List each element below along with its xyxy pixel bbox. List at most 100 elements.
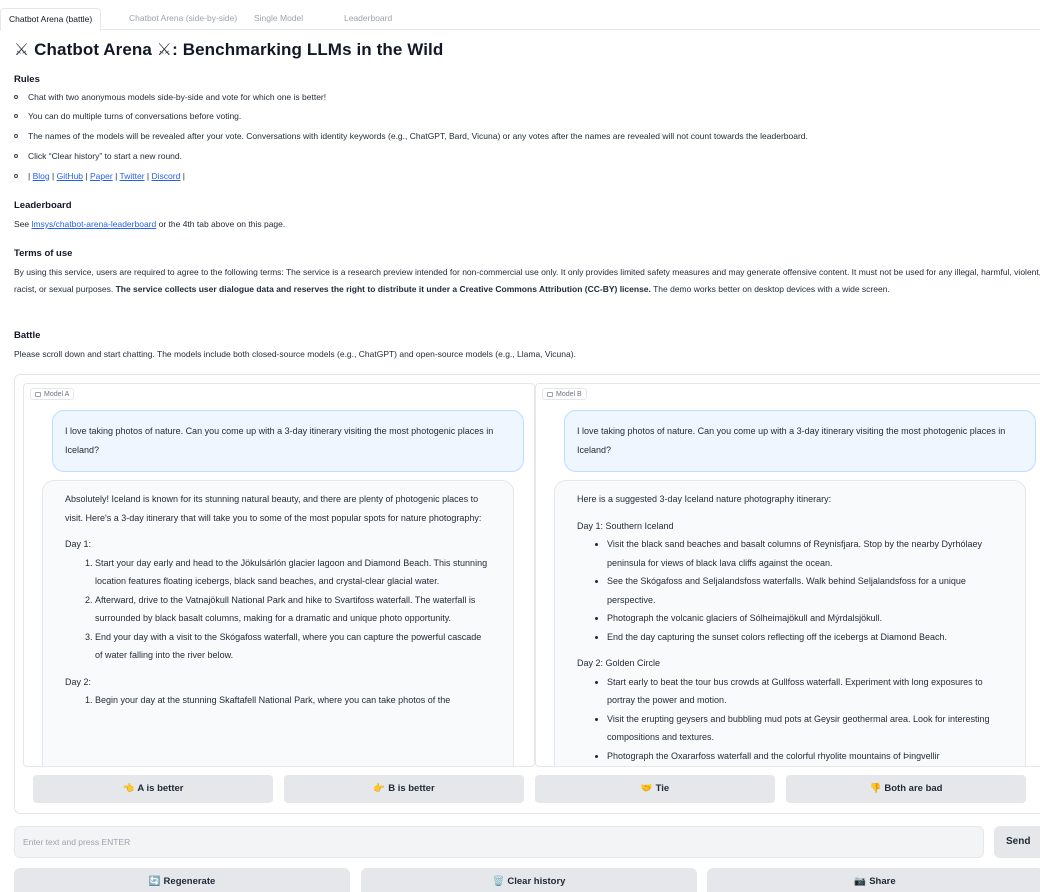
crossed-swords-icon: ⚔ [156, 40, 173, 59]
b-is-better-button[interactable]: 👉 B is better [284, 775, 524, 803]
button-label: Tie [655, 783, 670, 794]
page-title-suffix: : Benchmarking LLMs in the Wild [172, 40, 444, 59]
page-title-text: Chatbot Arena [34, 40, 152, 59]
tab-leaderboard[interactable]: Leaderboard [336, 8, 400, 30]
bot-intro: Absolutely! Iceland is known for its stu… [65, 494, 482, 523]
rule-item: Click “Clear history” to start a new rou… [14, 150, 182, 162]
rule-item: The names of the models will be revealed… [14, 130, 808, 142]
model-b-label-text: Model B [556, 391, 582, 398]
links-separator: | [51, 171, 55, 181]
tie-button[interactable]: 🤝 Tie [535, 775, 775, 803]
thumbs-down-icon: 👎 [869, 783, 882, 794]
bullet-icon [14, 95, 18, 99]
list-item: End your day with a visit to the Skógafo… [95, 628, 491, 665]
clear-history-button[interactable]: 🗑️ Clear history [361, 868, 697, 892]
bot-message: Absolutely! Iceland is known for its stu… [42, 480, 514, 766]
trash-icon: 🗑️ [492, 876, 505, 887]
github-link[interactable]: GitHub [57, 171, 83, 181]
links-separator: | [85, 171, 88, 181]
terms-text: By using this service, users are require… [14, 264, 1040, 297]
refresh-icon: 🔄 [148, 876, 161, 887]
model-a-label-text: Model A [44, 391, 70, 398]
paper-link[interactable]: Paper [90, 171, 113, 181]
list-item: See the Skógafoss and Seljalandsfoss wat… [607, 572, 1003, 609]
rule-text: Click “Clear history” to start a new rou… [28, 151, 182, 161]
blog-link[interactable]: Blog [33, 171, 50, 181]
day-title: Day 2: [65, 676, 92, 687]
both-are-bad-button[interactable]: 👎 Both are bad [786, 775, 1026, 803]
chatbot-model-b[interactable]: Model B I love taking photos of nature. … [535, 383, 1040, 767]
links-separator: | [146, 171, 150, 181]
regenerate-button[interactable]: 🔄 Regenerate [14, 868, 350, 892]
page-title: ⚔ Chatbot Arena ⚔: Benchmarking LLMs in … [14, 38, 443, 63]
links-separator: | [28, 171, 31, 181]
discord-link[interactable]: Discord [152, 171, 181, 181]
tab-chatbot-arena-battle[interactable]: Chatbot Arena (battle) [0, 8, 102, 31]
list-item: Afterward, drive to the Vatnajökull Nati… [95, 591, 491, 628]
rule-item: Chat with two anonymous models side-by-s… [14, 91, 326, 103]
twitter-link[interactable]: Twitter [120, 171, 145, 181]
links-separator: | [115, 171, 118, 181]
rule-item: You can do multiple turns of conversatio… [14, 110, 241, 122]
arena-container: Model A I love taking photos of nature. … [14, 374, 1040, 814]
bullet-icon [14, 134, 18, 138]
day-title: Day 1: Southern Iceland [577, 520, 674, 531]
leaderboard-prefix: See [14, 219, 32, 229]
tab-single-model[interactable]: Single Model [246, 8, 311, 30]
leaderboard-heading: Leaderboard [14, 200, 72, 211]
list-item: Photograph the volcanic glaciers of Sólh… [607, 609, 1003, 628]
list-item: Visit the erupting geysers and bubbling … [607, 710, 1003, 747]
bullet-icon [14, 174, 18, 178]
tab-chatbot-arena-side-by-side[interactable]: Chatbot Arena (side-by-side) [121, 8, 245, 30]
list-item: Begin your day at the stunning Skaftafel… [95, 691, 491, 710]
rule-text: The names of the models will be revealed… [28, 131, 808, 141]
share-button[interactable]: 📷 Share [707, 868, 1040, 892]
battle-heading: Battle [14, 330, 41, 341]
button-label: A is better [137, 783, 184, 794]
rules-heading: Rules [14, 74, 40, 85]
battle-text: Please scroll down and start chatting. T… [14, 349, 576, 359]
handshake-icon: 🤝 [640, 783, 653, 794]
model-a-label: Model A [30, 388, 75, 400]
leaderboard-text: See lmsys/chatbot-arena-leaderboard or t… [14, 216, 1040, 233]
chatbot-model-a[interactable]: Model A I love taking photos of nature. … [23, 383, 535, 767]
button-label: Share [869, 876, 896, 887]
day-list: Start your day early and head to the Jök… [65, 554, 491, 665]
terms-bold-text: The service collects user dialogue data … [115, 283, 651, 294]
bot-intro: Here is a suggested 3-day Iceland nature… [577, 494, 832, 504]
list-item: Photograph the Oxararfoss waterfall and … [607, 747, 1003, 766]
links-separator: | [182, 171, 185, 181]
terms-text-part: The demo works better on desktop devices… [650, 283, 890, 294]
send-button[interactable]: Send [994, 826, 1040, 858]
leaderboard-link[interactable]: lmsys/chatbot-arena-leaderboard [32, 219, 157, 229]
rule-text: You can do multiple turns of conversatio… [28, 111, 242, 121]
tab-bar: Chatbot Arena (battle) Chatbot Arena (si… [0, 8, 1040, 31]
chat-input[interactable] [14, 826, 984, 858]
list-item: Start your day early and head to the Jök… [95, 554, 491, 591]
terms-heading: Terms of use [14, 248, 73, 259]
leaderboard-suffix: or the 4th tab above on this page. [156, 219, 286, 229]
bullet-icon [14, 114, 18, 118]
day-title: Day 2: Golden Circle [577, 658, 661, 668]
list-item: Start early to beat the tour bus crowds … [607, 673, 1003, 710]
camera-icon: 📷 [854, 876, 867, 887]
button-label: Clear history [507, 876, 566, 887]
list-item: Visit the black sand beaches and basalt … [607, 535, 1003, 572]
bot-message: Here is a suggested 3-day Iceland nature… [554, 480, 1026, 766]
user-message: I love taking photos of nature. Can you … [52, 410, 524, 472]
rule-text: Chat with two anonymous models side-by-s… [28, 92, 327, 102]
day-list: Visit the black sand beaches and basalt … [577, 535, 1003, 646]
day-list: Begin your day at the stunning Skaftafel… [65, 691, 491, 710]
day-list: Start early to beat the tour bus crowds … [577, 673, 1003, 766]
bullet-icon [14, 154, 18, 158]
model-b-label: Model B [542, 388, 587, 400]
chat-icon [547, 392, 553, 397]
vote-row: 👈 A is better 👉 B is better 🤝 Tie 👎 Both are… [33, 775, 1040, 803]
button-label: Both are bad [884, 783, 943, 794]
user-message: I love taking photos of nature. Can you … [564, 410, 1036, 472]
list-item: End the day capturing the sunset colors … [607, 628, 1003, 647]
point-left-icon: 👈 [122, 783, 135, 794]
crossed-swords-icon: ⚔ [14, 40, 30, 59]
a-is-better-button[interactable]: 👈 A is better [33, 775, 273, 803]
point-right-icon: 👉 [373, 783, 386, 794]
